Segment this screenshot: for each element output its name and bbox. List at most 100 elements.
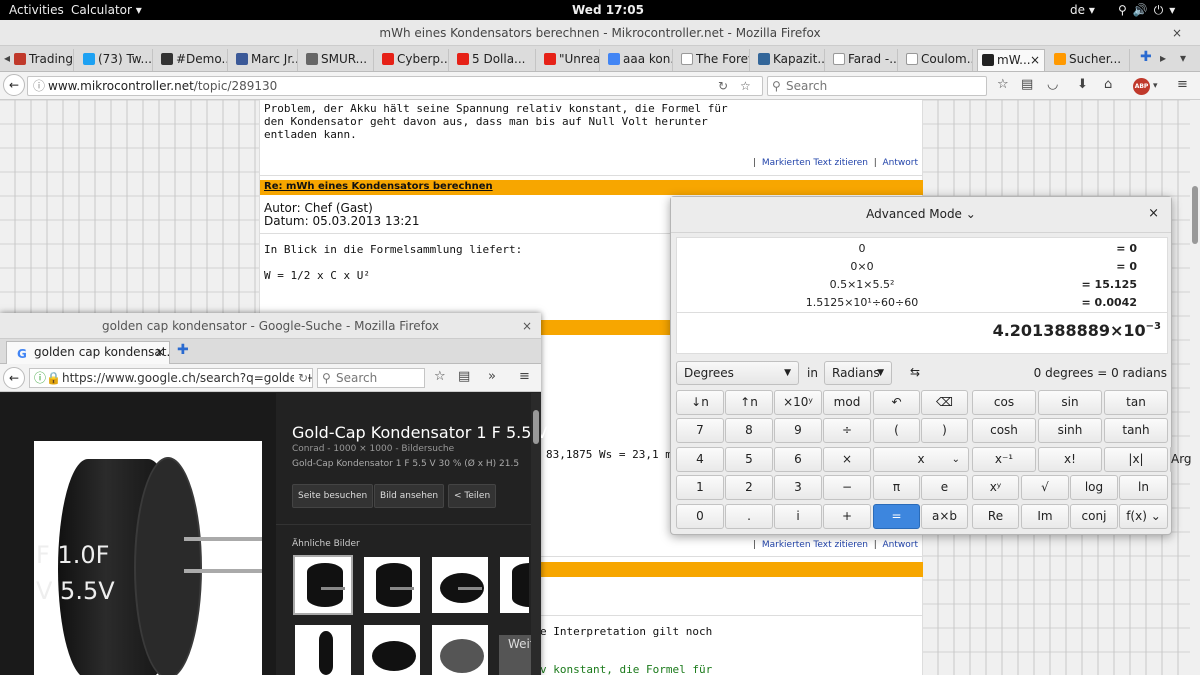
key-1-4[interactable]: ( (873, 418, 920, 443)
home-icon[interactable]: ⌂ (1104, 77, 1112, 92)
similar-image-thumb[interactable] (362, 555, 422, 615)
key-1-2[interactable]: 9 (774, 418, 822, 443)
reload-icon[interactable]: ↻ (718, 77, 728, 95)
key-4-6[interactable]: Re (972, 504, 1019, 529)
adblock-menu-icon[interactable]: ▾ (1153, 81, 1158, 91)
key-1-1[interactable]: 8 (725, 418, 773, 443)
overflow-chevron-icon[interactable]: » (488, 369, 496, 384)
back-button[interactable]: ← (3, 74, 25, 96)
key-2-5[interactable]: x⁻¹ (972, 447, 1036, 472)
browser-tab[interactable]: Sucher... (1050, 49, 1130, 71)
mode-selector[interactable]: Advanced Mode ⌄ (671, 207, 1171, 221)
key-4-5[interactable]: a×b (921, 504, 968, 529)
hamburger-menu-icon[interactable]: ≡ (519, 369, 530, 384)
capacitor-image[interactable]: F 1.0F V 5.5V (34, 441, 262, 675)
key-3-0[interactable]: 1 (676, 475, 724, 500)
pocket-icon[interactable]: ◡ (1047, 77, 1058, 92)
key-2-8[interactable]: Arg (1170, 447, 1192, 472)
browser-tab[interactable]: (73) Tw... (79, 49, 153, 71)
browser-tab[interactable]: Cyberp... (378, 49, 449, 71)
back-button[interactable]: ← (3, 367, 25, 389)
url-bar[interactable]: ⓘ www.mikrocontroller.net/topic/289130 ↻… (27, 76, 763, 96)
history-row[interactable]: 0.5×1×5.5² = 15.125 (677, 278, 1169, 296)
browser-tab[interactable]: Farad -... (829, 49, 898, 71)
browser-tab[interactable]: Trading... (10, 49, 74, 71)
adblock-icon[interactable]: ABP (1133, 78, 1150, 95)
key-2-6[interactable]: x! (1038, 447, 1102, 472)
secure-lock-icon[interactable]: ⓘ🔒 (34, 369, 61, 387)
key-3-2[interactable]: 3 (774, 475, 822, 500)
reload-icon[interactable]: ↻ (293, 369, 308, 387)
share-button[interactable]: < Teilen (448, 484, 497, 508)
page-scrollbar[interactable] (1190, 100, 1200, 675)
browser-tab[interactable]: Coulom... (902, 49, 973, 71)
key-3-9[interactable]: ln (1119, 475, 1168, 500)
visit-page-button[interactable]: Seite besuchen (292, 484, 374, 508)
key-0-1[interactable]: ↑n (725, 390, 773, 415)
key-0-8[interactable]: tan (1104, 390, 1168, 415)
search-bar[interactable]: ⚲ Search (767, 76, 987, 96)
key-1-5[interactable]: ) (921, 418, 968, 443)
bookmark-star-icon[interactable]: ☆ (740, 77, 751, 95)
search-bar[interactable]: ⚲ Search (317, 368, 425, 388)
post-title-link[interactable]: Re: mWh eines Kondensators berechnen (264, 181, 493, 192)
similar-image-thumb[interactable] (362, 623, 422, 675)
new-tab-icon[interactable]: ✚ (1140, 49, 1152, 65)
key-4-8[interactable]: conj (1070, 504, 1118, 529)
browser-tab[interactable]: "Unreal... (540, 49, 600, 71)
key-3-5[interactable]: e (921, 475, 968, 500)
system-menu[interactable]: ⚲🔊⏻▾ (1118, 3, 1181, 18)
quote-link[interactable]: Markierten Text zitieren (762, 540, 868, 550)
key-4-0[interactable]: 0 (676, 504, 724, 529)
history-row[interactable]: 0×0 = 0 (677, 260, 1169, 278)
reply-link[interactable]: Antwort (883, 540, 919, 550)
scroll-tabs-right-icon[interactable]: ▸ (1160, 51, 1166, 65)
site-info-icon[interactable]: ⓘ (33, 77, 45, 95)
similar-image-thumb[interactable] (430, 555, 490, 615)
key-1-0[interactable]: 7 (676, 418, 724, 443)
key-2-2[interactable]: 6 (774, 447, 822, 472)
browser-tab[interactable]: 5 Dolla... (453, 49, 536, 71)
browser-tab[interactable]: SMUR... (302, 49, 374, 71)
reply-link[interactable]: Antwort (883, 158, 919, 168)
reading-list-icon[interactable]: ▤ (1021, 77, 1033, 92)
clock[interactable]: Wed 17:05 (572, 3, 644, 17)
similar-image-thumb[interactable] (430, 623, 490, 675)
scrollbar-thumb[interactable] (533, 410, 539, 444)
downloads-icon[interactable]: ⬇ (1077, 77, 1088, 92)
key-2-0[interactable]: 4 (676, 447, 724, 472)
key-2-3[interactable]: × (823, 447, 871, 472)
key-4-1[interactable]: . (725, 504, 773, 529)
key-0-5[interactable]: ⌫ (921, 390, 968, 415)
page-scrollbar[interactable] (531, 393, 541, 675)
key-1-6[interactable]: cosh (972, 418, 1036, 443)
key-4-7[interactable]: Im (1021, 504, 1069, 529)
close-tab-icon[interactable]: × (155, 342, 165, 363)
url-bar[interactable]: ⓘ🔒 https://www.google.ch/search?q=golden… (29, 368, 313, 388)
source-unit-dropdown[interactable]: Degrees ▼ (676, 361, 799, 385)
key-2-4[interactable]: x ⌄ (873, 447, 969, 472)
history-row[interactable]: 0 = 0 (677, 242, 1169, 260)
key-1-8[interactable]: tanh (1104, 418, 1168, 443)
key-0-0[interactable]: ↓n (676, 390, 724, 415)
browser-tab[interactable]: #Demo... (157, 49, 228, 71)
result-title[interactable]: Gold-Cap Kondensator 1 F 5.5 V (292, 423, 547, 442)
similar-image-thumb[interactable] (293, 623, 353, 675)
key-3-7[interactable]: √ (1021, 475, 1069, 500)
key-2-1[interactable]: 5 (725, 447, 773, 472)
key-0-6[interactable]: cos (972, 390, 1036, 415)
close-window-icon[interactable]: × (1172, 20, 1182, 46)
key-1-7[interactable]: sinh (1038, 418, 1102, 443)
key-4-2[interactable]: i (774, 504, 822, 529)
browser-tab[interactable]: The Forev... (677, 49, 750, 71)
browser-tab[interactable]: Marc Jr... (232, 49, 298, 71)
key-2-7[interactable]: |x| (1104, 447, 1168, 472)
reading-list-icon[interactable]: ▤ (458, 369, 470, 384)
app-menu[interactable]: Calculator ▾ (71, 3, 142, 17)
more-images-button[interactable]: Weit anse (499, 635, 531, 675)
tab-list-icon[interactable]: ▾ (1180, 51, 1186, 65)
key-1-3[interactable]: ÷ (823, 418, 871, 443)
close-icon[interactable]: × (1148, 206, 1159, 221)
key-3-4[interactable]: π (873, 475, 920, 500)
hamburger-menu-icon[interactable]: ≡ (1177, 77, 1188, 92)
